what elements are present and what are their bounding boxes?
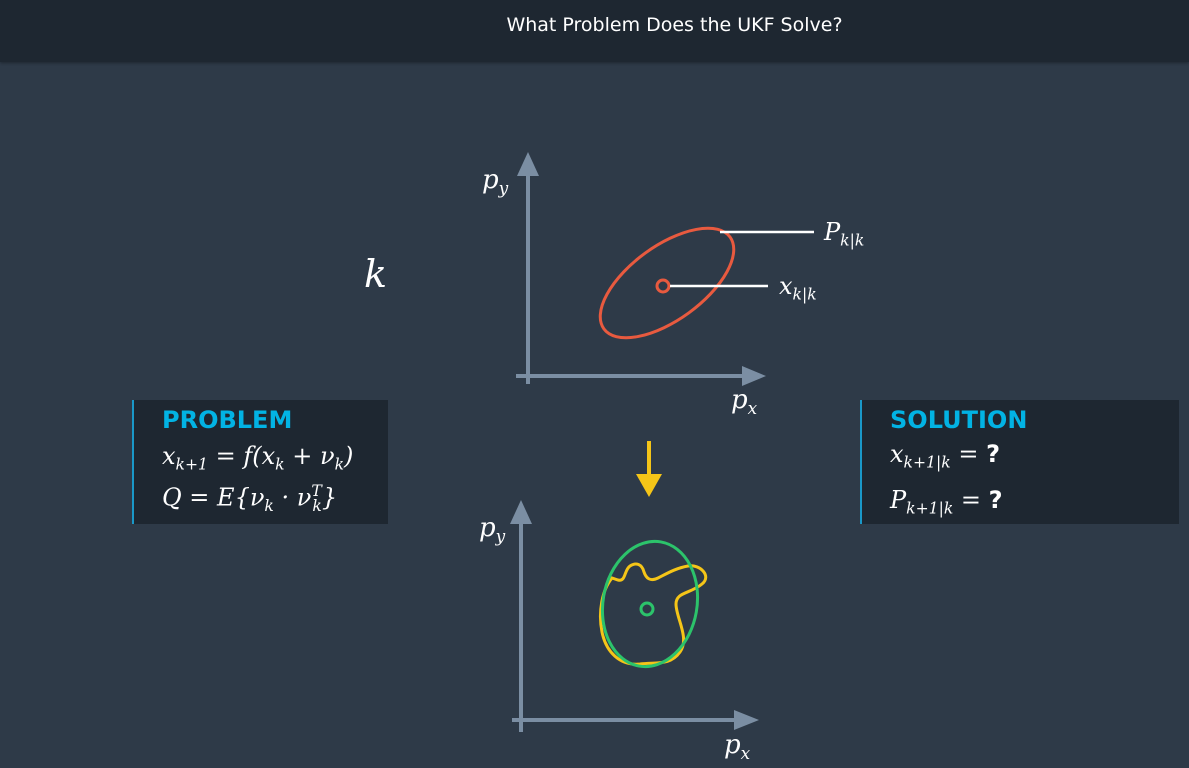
problem-heading: PROBLEM (162, 406, 293, 434)
bottom-plot-axes (510, 500, 759, 732)
process-model-equation: xk+1 = f(xk + νk) (162, 442, 354, 474)
mean-label: xk|k (779, 272, 817, 304)
time-step-label: k (364, 252, 388, 296)
bottom-y-axis-label: py (479, 513, 506, 546)
problem-box: PROBLEM xk+1 = f(xk + νk) Q = E{νk · νTk… (132, 400, 388, 524)
bottom-x-axis-label: px (724, 730, 751, 763)
true-distribution-contour (598, 562, 708, 666)
predicted-covariance-equation: Pk+1|k = ? (890, 486, 1003, 518)
arrow-down-icon (636, 441, 662, 497)
top-x-axis-label: px (731, 385, 758, 418)
solution-heading: SOLUTION (890, 406, 1028, 434)
noise-covariance-equation: Q = E{νk · νTk} (162, 482, 338, 515)
diagram-canvas (510, 152, 814, 732)
solution-box: SOLUTION xk+1|k = ? Pk+1|k = ? (860, 400, 1179, 524)
predicted-mean-point (639, 601, 655, 617)
covariance-label: Pk|k (824, 218, 865, 250)
predicted-state-equation: xk+1|k = ? (890, 440, 1000, 472)
top-y-axis-label: py (482, 165, 509, 198)
prior-mean-point (655, 278, 671, 294)
